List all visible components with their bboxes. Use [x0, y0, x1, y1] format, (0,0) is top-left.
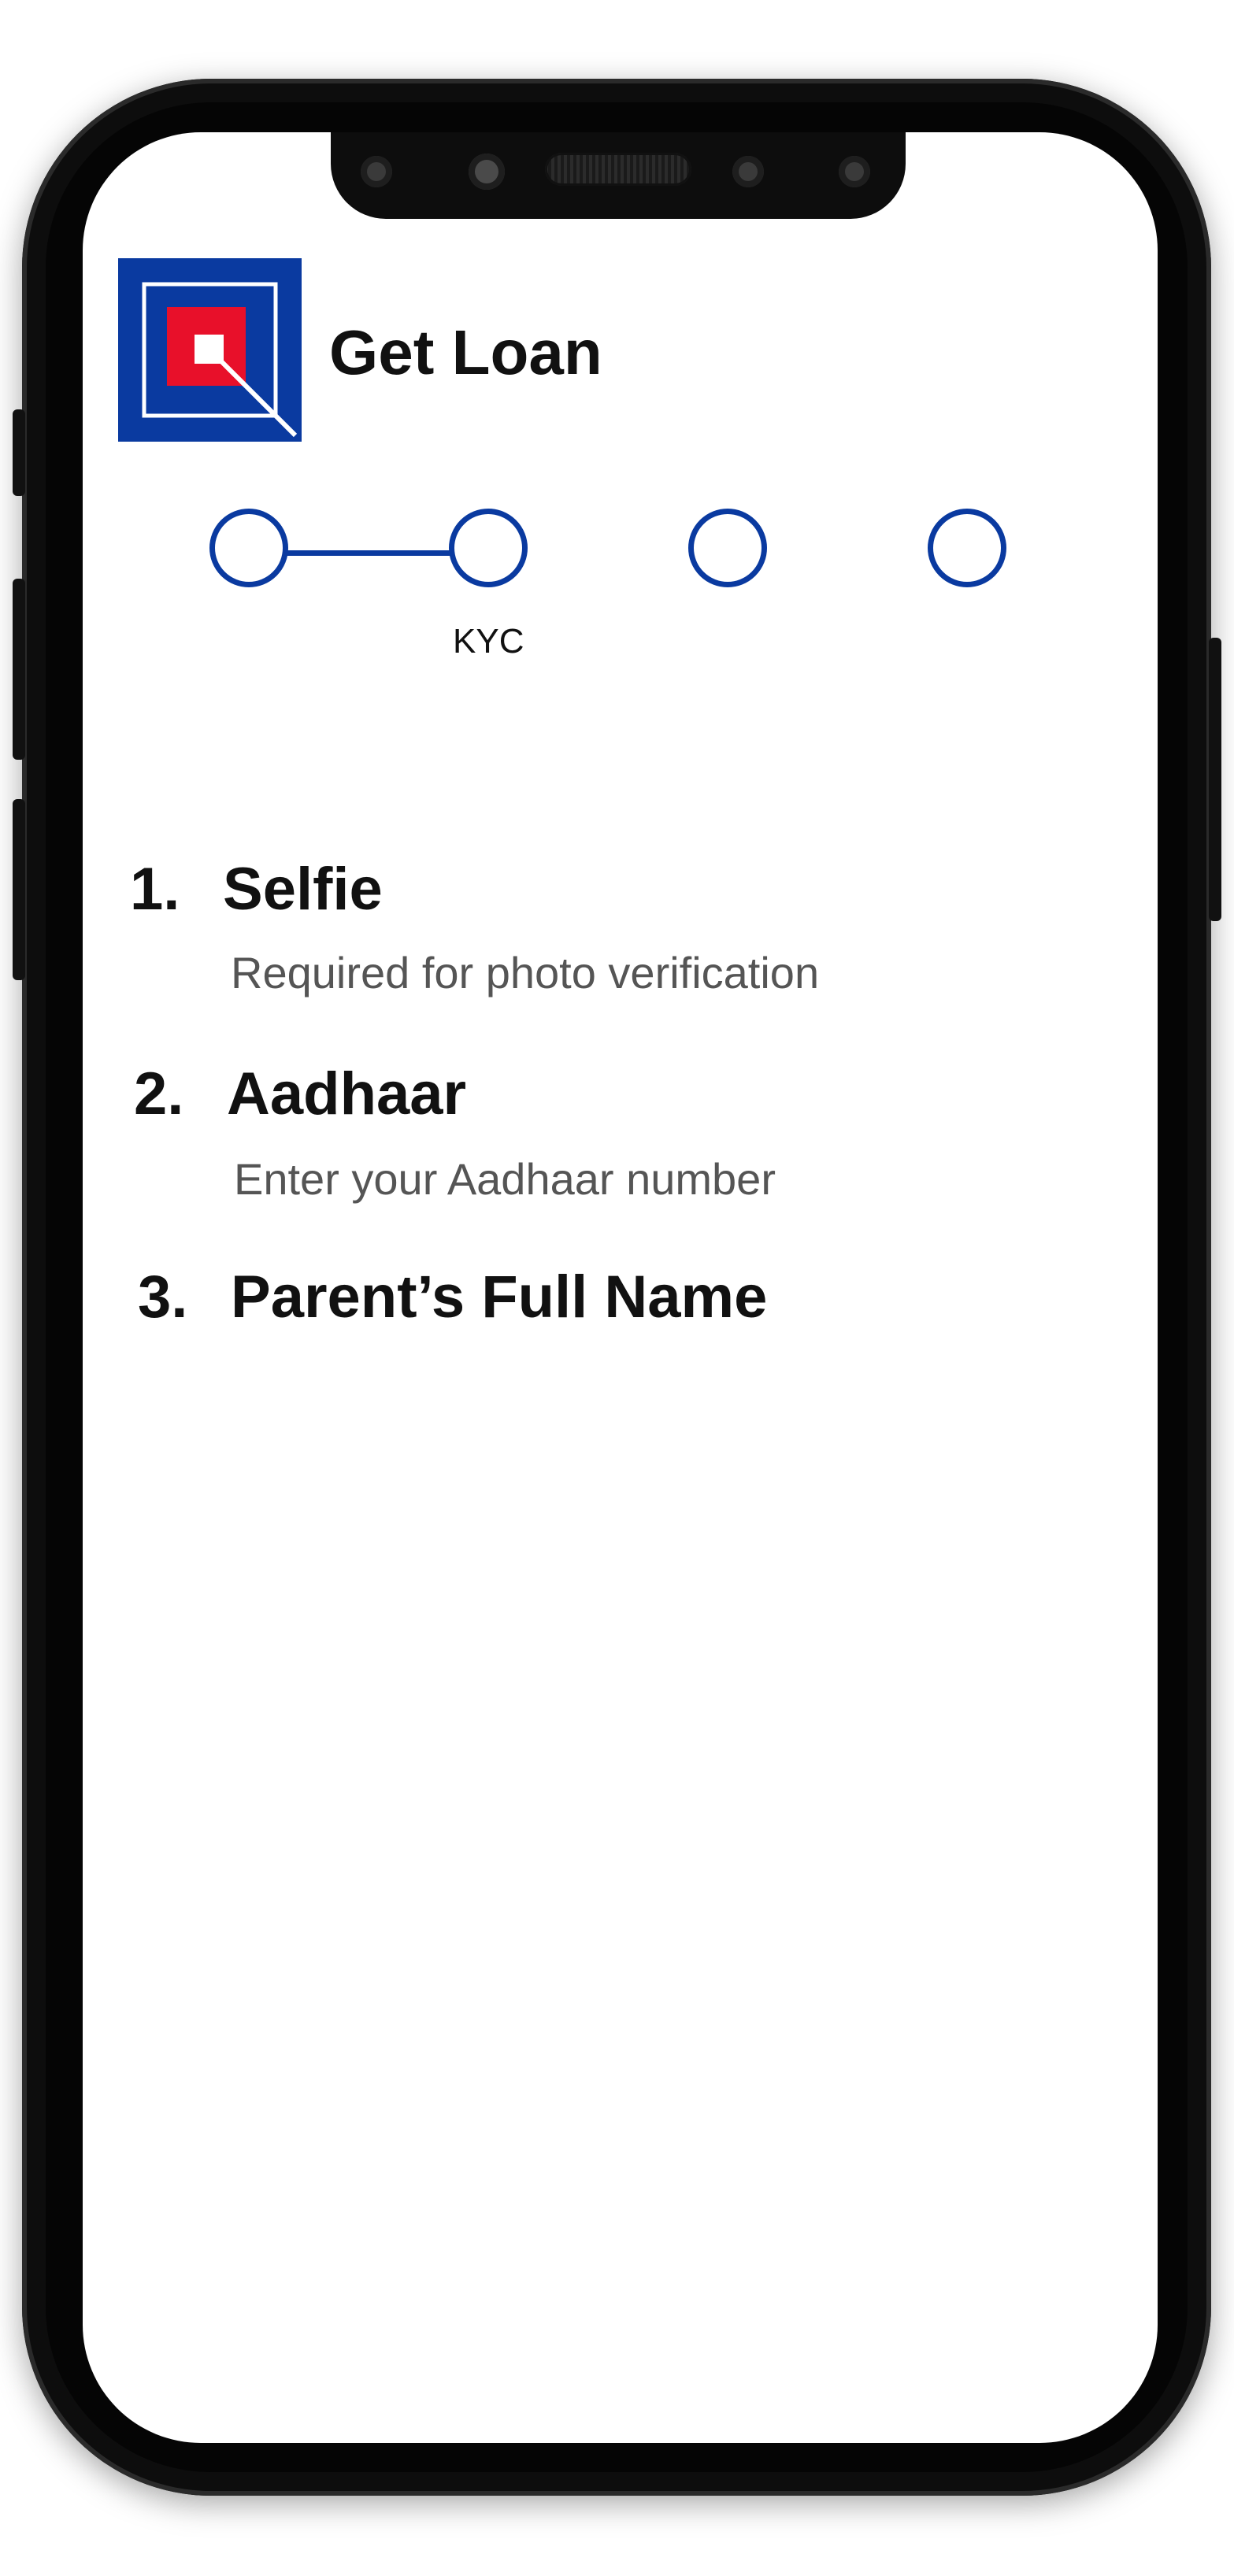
kyc-item-title: Aadhaar [227, 1060, 467, 1127]
stepper-connector [285, 550, 450, 556]
step-2-circle[interactable] [449, 509, 528, 587]
step-4-circle[interactable] [928, 509, 1006, 587]
sensor-icon [839, 156, 870, 187]
kyc-item-number: 1. [130, 856, 180, 923]
side-button-volume-down [13, 799, 25, 980]
kyc-item-number: 3. [138, 1264, 188, 1331]
step-3-circle[interactable] [688, 509, 767, 587]
kyc-item-title: Selfie [223, 856, 383, 923]
side-button-mute [13, 409, 25, 496]
kyc-item-parent-name[interactable]: 3. Parent’s Full Name [138, 1268, 767, 1327]
side-button-volume-up [13, 579, 25, 760]
front-camera-icon [469, 154, 505, 190]
kyc-item-subtitle: Enter your Aadhaar number [234, 1154, 776, 1204]
sensor-icon [732, 156, 764, 187]
kyc-item-selfie[interactable]: 1. Selfie [130, 860, 383, 920]
earpiece-speaker [545, 153, 691, 186]
kyc-item-subtitle: Required for photo verification [231, 948, 820, 997]
page-title: Get Loan [329, 317, 602, 387]
bank-logo-icon [118, 258, 302, 442]
kyc-item-title: Parent’s Full Name [231, 1264, 768, 1331]
sensor-icon [361, 156, 392, 187]
kyc-item-number: 2. [134, 1060, 184, 1127]
step-1-circle[interactable] [209, 509, 288, 587]
phone-notch [331, 132, 906, 219]
progress-stepper [206, 504, 1017, 598]
kyc-item-aadhaar[interactable]: 2. Aadhaar [134, 1064, 466, 1124]
step-2-label: KYC [453, 622, 524, 661]
side-button-power [1209, 638, 1221, 921]
